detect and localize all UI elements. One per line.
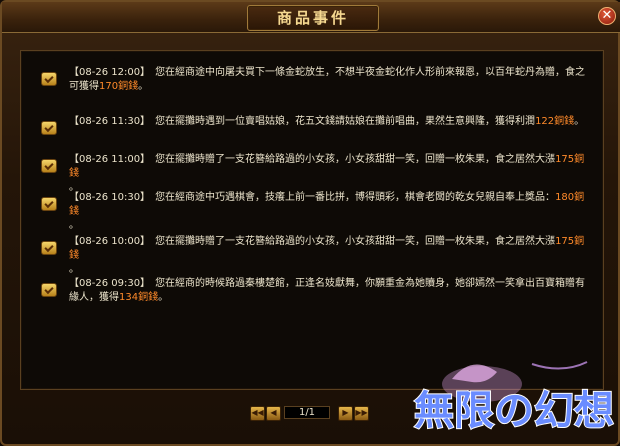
first-page-button[interactable]: ◀◀ — [250, 406, 265, 421]
event-end: 。 — [574, 116, 585, 127]
check-icon — [41, 241, 57, 255]
event-desc: 您在經商的時候路過秦樓楚館，正逢名妓獻舞，你願重金為她贖身，她卻嫣然一笑拿出百寶… — [155, 278, 586, 289]
event-desc: 您在擺攤時贈了一支花簪給路過的小女孩，小女孩甜甜一笑，回贈一枚朱果，食之居然大漲 — [155, 236, 556, 247]
event-amount: 134銅錢 — [119, 292, 159, 303]
event-end: 。 — [69, 220, 79, 231]
event-text: 【08-26 10:30】 您在經商途中巧遇棋會，技癢上前一番比拼，博得頭彩，棋… — [69, 191, 589, 233]
event-text: 【08-26 10:00】 您在擺攤時贈了一支花簪給路過的小女孩，小女孩甜甜一笑… — [69, 235, 589, 277]
event-list: 【08-26 12:00】 您在經商途中向屠夫買下一條金蛇放生，不想半夜金蛇化作… — [20, 50, 604, 390]
event-end: 。 — [69, 264, 79, 275]
title-plate: 商品事件 — [247, 5, 379, 31]
event-end: 。 — [138, 81, 149, 92]
window-title: 商品事件 — [276, 9, 349, 27]
event-time: 【08-26 09:30】 — [69, 278, 146, 289]
event-row: 【08-26 11:00】 您在擺攤時贈了一支花簪給路過的小女孩，小女孩甜甜一笑… — [21, 153, 605, 193]
event-text: 【08-26 09:30】 您在經商的時候路過秦樓楚館，正逢名妓獻舞，你願重金為… — [69, 277, 589, 305]
last-page-button[interactable]: ▶▶ — [354, 406, 369, 421]
event-time: 【08-26 10:00】 — [69, 236, 146, 247]
event-text: 【08-26 12:00】 您在經商途中向屠夫買下一條金蛇放生，不想半夜金蛇化作… — [69, 66, 589, 94]
event-time: 【08-26 11:00】 — [69, 154, 146, 165]
event-desc: 您在經商途中向屠夫買下一條金蛇放生，不想半夜金蛇化作人形前來報恩，以百年蛇丹為贈… — [155, 67, 586, 78]
check-icon — [41, 159, 57, 173]
page-indicator: 1/1 — [284, 406, 330, 419]
event-time: 【08-26 12:00】 — [69, 67, 146, 78]
event-end: 。 — [158, 292, 169, 303]
event-time: 【08-26 10:30】 — [69, 192, 146, 203]
event-desc-2: 緣人，獲得 — [69, 292, 119, 303]
event-text: 【08-26 11:30】 您在擺攤時遇到一位賣唱姑娘，花五文錢請姑娘在攤前唱曲… — [69, 115, 589, 129]
check-icon — [41, 72, 57, 86]
title-bar: 商品事件 ✕ — [2, 2, 620, 33]
event-row: 【08-26 11:30】 您在擺攤時遇到一位賣唱姑娘，花五文錢請姑娘在攤前唱曲… — [21, 115, 605, 155]
event-desc-2: 可獲得 — [69, 81, 99, 92]
event-row: 【08-26 10:00】 您在擺攤時贈了一支花簪給路過的小女孩，小女孩甜甜一笑… — [21, 235, 605, 275]
event-row: 【08-26 12:00】 您在經商途中向屠夫買下一條金蛇放生，不想半夜金蛇化作… — [21, 66, 605, 106]
event-row: 【08-26 09:30】 您在經商的時候路過秦樓楚館，正逢名妓獻舞，你願重金為… — [21, 277, 605, 317]
next-page-button[interactable]: ▶ — [338, 406, 353, 421]
event-text: 【08-26 11:00】 您在擺攤時贈了一支花簪給路過的小女孩，小女孩甜甜一笑… — [69, 153, 589, 195]
event-desc: 您在擺攤時遇到一位賣唱姑娘，花五文錢請姑娘在攤前唱曲，果然生意興隆，獲得利潤 — [155, 116, 536, 127]
game-logo: 無限の幻想 — [413, 361, 615, 435]
event-row: 【08-26 10:30】 您在經商途中巧遇棋會，技癢上前一番比拼，博得頭彩，棋… — [21, 191, 605, 231]
close-button[interactable]: ✕ — [598, 7, 616, 25]
event-desc: 您在擺攤時贈了一支花簪給路過的小女孩，小女孩甜甜一笑，回贈一枚朱果，食之居然大漲 — [155, 154, 556, 165]
logo-text: 無限の幻想 — [414, 387, 614, 434]
check-icon — [41, 197, 57, 211]
event-window: 商品事件 ✕ 【08-26 12:00】 您在經商途中向屠夫買下一條金蛇放生，不… — [0, 0, 620, 446]
check-icon — [41, 283, 57, 297]
event-time: 【08-26 11:30】 — [69, 116, 146, 127]
event-amount: 170銅錢 — [99, 81, 139, 92]
event-amount: 122銅錢 — [535, 116, 575, 127]
check-icon — [41, 121, 57, 135]
event-desc: 您在經商途中巧遇棋會，技癢上前一番比拼，博得頭彩，棋會老闆的乾女兒親自奉上獎品： — [155, 192, 556, 203]
prev-page-button[interactable]: ◀ — [266, 406, 281, 421]
